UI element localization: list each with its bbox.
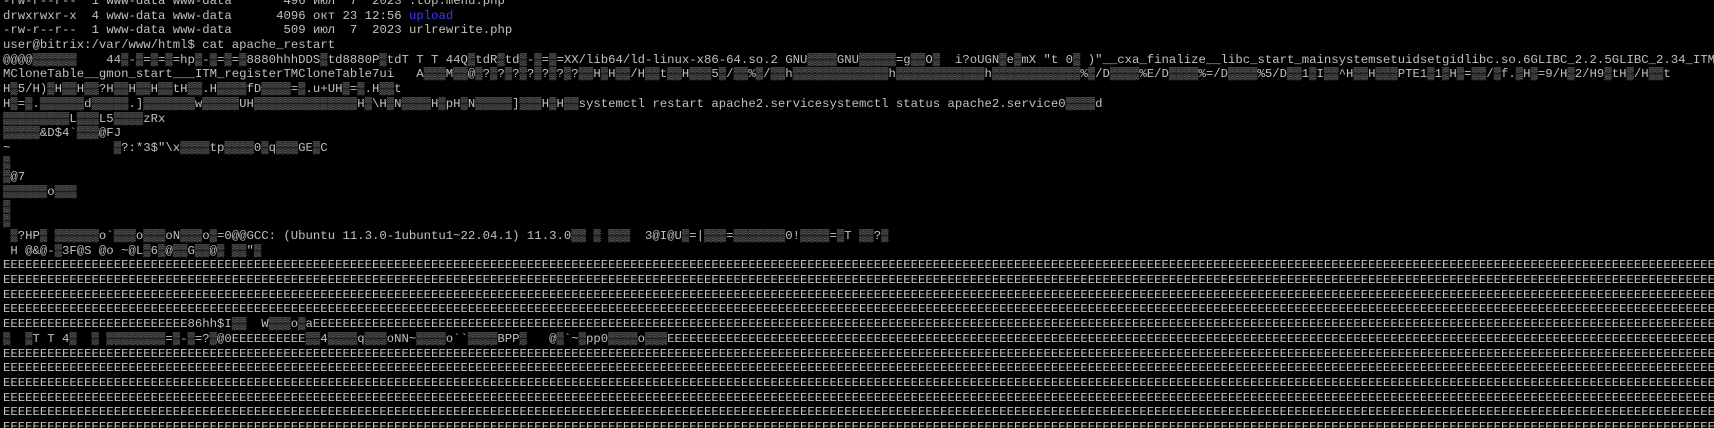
directory-name: upload <box>408 8 454 23</box>
file-links: 4 <box>84 8 99 23</box>
listing-row: drwxrwxr-x 4 www-data www-data 4096 окт … <box>3 9 1714 24</box>
binary-fill-line: EEEEEEEEEEEEEEEEEEEEEEEEEEEEEEEEEEEEEEEE… <box>3 390 1714 405</box>
binary-output-line: ▒▒▒▒▒&D$4`▒▒▒@FJ <box>3 126 122 141</box>
file-owner: www-data <box>106 8 166 23</box>
file-date: июл 7 2023 <box>313 0 402 8</box>
binary-output-line: ▒@7 <box>3 170 26 185</box>
binary-fill-line: EEEEEEEEEEEEEEEEEEEEEEEEEEEEEEEEEEEEEEEE… <box>3 258 1714 273</box>
file-owner: www-data <box>106 0 166 8</box>
file-name: .top.menu.php <box>408 0 505 8</box>
binary-fill-line: EEEEEEEEEEEEEEEEEEEEEEEEEEEEEEEEEEEEEEEE… <box>3 302 1714 317</box>
binary-fill-line: EEEEEEEEEEEEEEEEEEEEEEEEEEEEEEEEEEEEEEEE… <box>3 346 1714 361</box>
binary-output-line: ▒▒▒▒▒▒o▒▒▒ <box>3 184 77 199</box>
binary-fill-line: EEEEEEEEEEEEEEEEEEEEEEEEE86hh$I▒▒ W▒▒▒o▒… <box>3 317 1714 332</box>
binary-fill-line: ▒ ▒T T 4▒ ▒ ▒▒▒▒▒▒▒▒=▒-▒=?▒@0EEEEEEEEEE▒… <box>3 331 1714 346</box>
binary-output-line: ▒ <box>3 155 11 170</box>
binary-fill-line: EEEEEEEEEEEEEEEEEEEEEEEEEEEEEEEEEEEEEEEE… <box>3 405 1714 420</box>
binary-output-line: ▒ <box>3 214 11 229</box>
binary-output-line: ▒ <box>3 199 11 214</box>
file-group: www-data <box>172 23 232 38</box>
file-date: июл 7 2023 <box>313 23 402 38</box>
file-group: www-data <box>172 8 232 23</box>
file-permissions: -rw-r--r-- <box>3 23 77 38</box>
listing-row: -rw-r--r-- 1 www-data www-data 496 июл 7… <box>3 0 1714 9</box>
file-size: 4096 <box>239 8 306 23</box>
file-links: 1 <box>84 0 99 8</box>
listing-row: -rw-r--r-- 1 www-data www-data 509 июл 7… <box>3 23 1714 38</box>
binary-fill-line: EEEEEEEEEEEEEEEEEEEEEEEEEEEEEEEEEEEEEEEE… <box>3 375 1714 390</box>
file-permissions: -rw-r--r-- <box>3 0 77 8</box>
file-links: 1 <box>84 23 99 38</box>
binary-output-line: ~ ▒?:*3$"\x▒▒▒▒tp▒▒▒▒0▒q▒▒▒GE▒C <box>3 140 328 155</box>
command-line: user@bitrix:/var/www/html$ cat apache_re… <box>3 38 1714 53</box>
binary-output-line: ▒?HP▒ ▒▒▒▒▒▒o`▒▒▒o▒▒▒oN▒▒▒o▒=0@@GCC: (Ub… <box>3 229 889 243</box>
terminal-output[interactable]: -rw-r--r-- 1 www-data www-data 496 июл 7… <box>3 0 1714 428</box>
file-size: 496 <box>239 0 306 8</box>
binary-fill-line: EEEEEEEEEEEEEEEEEEEEEEEEEEEEEEEEEEEEEEEE… <box>3 273 1714 288</box>
file-owner: www-data <box>106 23 166 38</box>
binary-fill-line: EEEEEEEEEEEEEEEEEEEEEEEEEEEEEEEEEEEEEEEE… <box>3 287 1714 302</box>
file-size: 509 <box>239 23 306 38</box>
binary-fill-line: EEEEEEEEEEEEEEEEEEEEEEEEEEEEEEEEEEEEEEEE… <box>3 419 1714 428</box>
typed-command: cat apache_restart <box>202 38 336 53</box>
binary-output-line: ▒▒▒▒▒▒▒▒▒L▒▒▒L5▒▒▒▒zRx <box>3 111 166 126</box>
file-name: urlrewrite.php <box>408 23 513 38</box>
file-permissions: drwxrwxr-x <box>3 8 77 23</box>
binary-fill-line: EEEEEEEEEEEEEEEEEEEEEEEEEEEEEEEEEEEEEEEE… <box>3 361 1714 376</box>
binary-output-line: @@@@▒▒▒▒▒▒ 44▒-▒=▒=▒=hp▒-▒=▒=▒8880hhhDDS… <box>3 52 1714 67</box>
file-group: www-data <box>172 0 232 8</box>
shell-prompt: user@bitrix:/var/www/html$ <box>3 38 195 53</box>
binary-output-line: H▒5/H)▒H▒▒H▒▒?H▒▒H▒▒H▒▒tH▒▒.H▒▒▒▒fD▒▒▒▒=… <box>3 82 402 97</box>
binary-output-line: H▒=▒.▒▒▒▒▒▒d▒▒▒▒▒.]▒▒▒▒▒▒▒w▒▒▒▒▒UH▒▒▒▒▒▒… <box>3 96 1103 111</box>
binary-output-line: MCloneTable__gmon_start___ITM_registerTM… <box>3 67 1671 82</box>
file-date: окт 23 12:56 <box>313 8 402 23</box>
binary-output-line: H @&@-▒3F@S @o ~@L▒6▒@▒▒G▒▒@▒ ▒▒"▒ <box>3 243 262 258</box>
